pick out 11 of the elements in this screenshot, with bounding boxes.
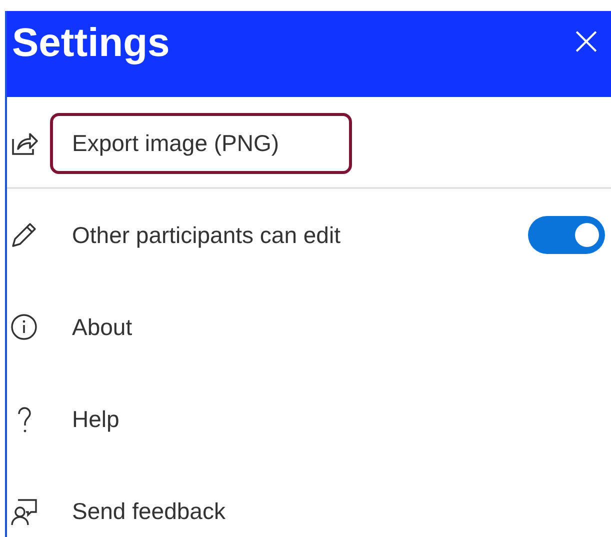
info-icon — [10, 313, 38, 341]
close-button[interactable]: × — [565, 17, 607, 67]
menu-item[interactable]: About — [50, 296, 206, 358]
menu-item[interactable]: Help — [50, 388, 192, 450]
panel-title: Settings — [12, 20, 170, 67]
feedback-icon — [10, 497, 38, 525]
setting-label: Other participants can edit — [72, 222, 340, 248]
pencil-icon — [10, 221, 38, 249]
toggle-switch[interactable] — [528, 216, 605, 254]
menu-item[interactable]: Send feedback — [50, 480, 298, 537]
menu-item[interactable]: Export image (PNG) — [50, 112, 352, 174]
